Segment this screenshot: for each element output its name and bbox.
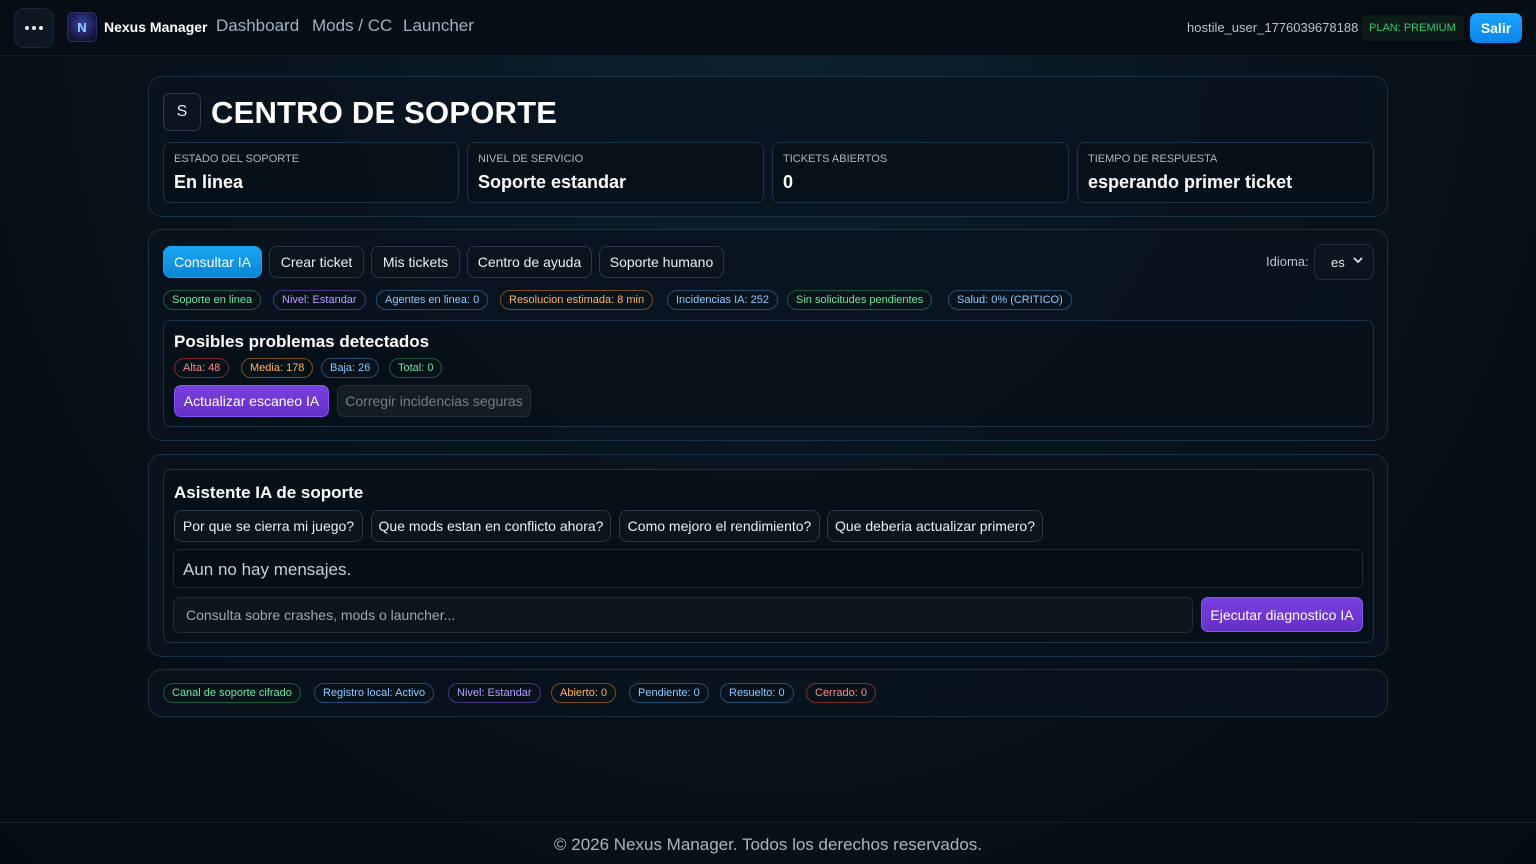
total-badge: Total: 0 [389,358,443,378]
footer-copyright: © 2026 Nexus Manager. Todos los derechos… [553,835,982,854]
assistant-title: Asistente IA de soporte [174,483,364,502]
status-tag: Agentes en linea: 0 [376,290,489,310]
dot-icon [39,26,43,30]
nav-mods-cc[interactable]: Mods / CC [312,16,392,36]
summary-tag: Canal de soporte cifrado [163,683,301,703]
stat-card-response-time: TIEMPO DE RESPUESTA esperando primer tic… [1077,142,1374,203]
stat-value: esperando primer ticket [1088,172,1293,192]
dot-icon [32,26,36,30]
stat-label: ESTADO DEL SOPORTE [174,153,300,165]
stat-value: En linea [174,172,244,192]
nav-dashboard[interactable]: Dashboard [216,16,299,36]
tab-soporte-humano[interactable]: Soporte humano [599,246,724,278]
run-ai-diagnostic-button[interactable]: Ejecutar diagnostico IA [1201,597,1363,632]
footer-divider [0,822,1536,823]
messages-area: Aun no hay mensajes. [173,549,1363,588]
language-label: Idioma: [1266,254,1309,269]
stat-card-service-level: NIVEL DE SERVICIO Soporte estandar [467,142,764,203]
summary-tag: Resuelto: 0 [720,683,794,703]
summary-tag: Pendiente: 0 [629,683,709,703]
suggestion-button[interactable]: Como mejoro el rendimiento? [619,510,820,542]
detected-problems-card: Posibles problemas detectados Alta: 48 M… [163,320,1374,427]
empty-messages-text: Aun no hay mensajes. [183,560,352,579]
status-tag: Salud: 0% (CRITICO) [948,290,1072,310]
dot-icon [25,26,29,30]
stat-label: NIVEL DE SERVICIO [478,153,584,165]
suggestion-button[interactable]: Por que se cierra mi juego? [174,510,363,542]
ai-assistant-panel: Asistente IA de soporte Por que se cierr… [148,454,1388,657]
support-header-panel: S CENTRO DE SOPORTE ESTADO DEL SOPORTE E… [148,76,1388,217]
plan-badge: PLAN: PREMIUM [1361,15,1464,41]
severity-low-badge: Baja: 26 [321,358,380,378]
support-summary-panel: Canal de soporte cifrado Registro local:… [148,669,1388,717]
ai-assistant-card: Asistente IA de soporte Por que se cierr… [163,469,1374,643]
more-menu-button[interactable] [14,8,54,48]
stat-card-open-tickets: TICKETS ABIERTOS 0 [772,142,1069,203]
brand-name[interactable]: Nexus Manager [104,19,207,35]
stat-value: Soporte estandar [478,172,627,192]
fix-safe-issues-button[interactable]: Corregir incidencias seguras [337,385,531,417]
status-tag: Soporte en linea [163,290,262,310]
refresh-ai-scan-button[interactable]: Actualizar escaneo IA [174,385,329,417]
suggestion-button[interactable]: Que mods estan en conflicto ahora? [371,510,611,542]
username: hostile_user_1776039678188 [1187,20,1359,35]
summary-tag: Cerrado: 0 [806,683,876,703]
suggestion-button[interactable]: Que deberia actualizar primero? [827,510,1043,542]
chevron-down-icon [1353,257,1363,264]
page-title: CENTRO DE SOPORTE [211,95,558,130]
support-letter-icon: S [163,93,201,131]
status-tag: Incidencias IA: 252 [667,290,778,310]
tab-centro-de-ayuda[interactable]: Centro de ayuda [467,246,592,278]
query-input[interactable] [173,597,1193,633]
problems-title: Posibles problemas detectados [174,332,430,351]
support-tools-panel: Consultar IA Crear ticket Mis tickets Ce… [148,229,1388,441]
tab-consultar-ia[interactable]: Consultar IA [163,246,262,278]
stat-card-support-status: ESTADO DEL SOPORTE En linea [163,142,459,203]
status-tag: Resolucion estimada: 8 min [500,290,654,310]
language-value: es [1331,254,1345,270]
tab-mis-tickets[interactable]: Mis tickets [371,246,460,278]
logout-button[interactable]: Salir [1470,13,1522,43]
stat-value: 0 [783,172,794,192]
summary-tag: Abierto: 0 [551,683,617,703]
severity-high-badge: Alta: 48 [174,358,230,378]
language-select[interactable]: es [1314,244,1374,280]
top-bar: N Nexus Manager Dashboard Mods / CC Laun… [0,0,1536,56]
severity-medium-badge: Media: 178 [241,358,314,378]
nexus-logo-icon[interactable]: N [67,12,97,42]
status-tag: Nivel: Estandar [273,290,366,310]
tab-crear-ticket[interactable]: Crear ticket [269,246,364,278]
summary-tag: Registro local: Activo [314,683,435,703]
stat-label: TICKETS ABIERTOS [783,153,888,165]
status-tag: Sin solicitudes pendientes [787,290,933,310]
summary-tag: Nivel: Estandar [448,683,541,703]
nav-launcher[interactable]: Launcher [403,16,474,36]
stat-label: TIEMPO DE RESPUESTA [1088,153,1218,165]
